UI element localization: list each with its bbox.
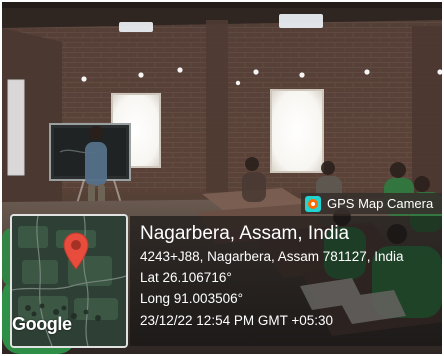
gps-map-camera-badge: GPS Map Camera	[301, 193, 442, 214]
longitude-line: Long 91.003506°	[140, 291, 243, 306]
address-line: 4243+J88, Nagarbera, Assam 781127, India	[140, 249, 404, 264]
location-info-panel: Nagarbera, Assam, India 4243+J88, Nagarb…	[130, 216, 442, 346]
gps-map-camera-icon	[305, 195, 321, 212]
location-title: Nagarbera, Assam, India	[140, 223, 350, 244]
datetime-line: 23/12/22 12:54 PM GMT +05:30	[140, 313, 334, 328]
latitude-line: Lat 26.106716°	[140, 270, 232, 285]
google-brand: Google	[12, 314, 72, 334]
map-pin-icon	[63, 232, 89, 270]
gps-map-camera-label: GPS Map Camera	[327, 196, 434, 211]
photo-frame: Google GPS Map Camera Nagarbera, Assam, …	[2, 2, 442, 354]
